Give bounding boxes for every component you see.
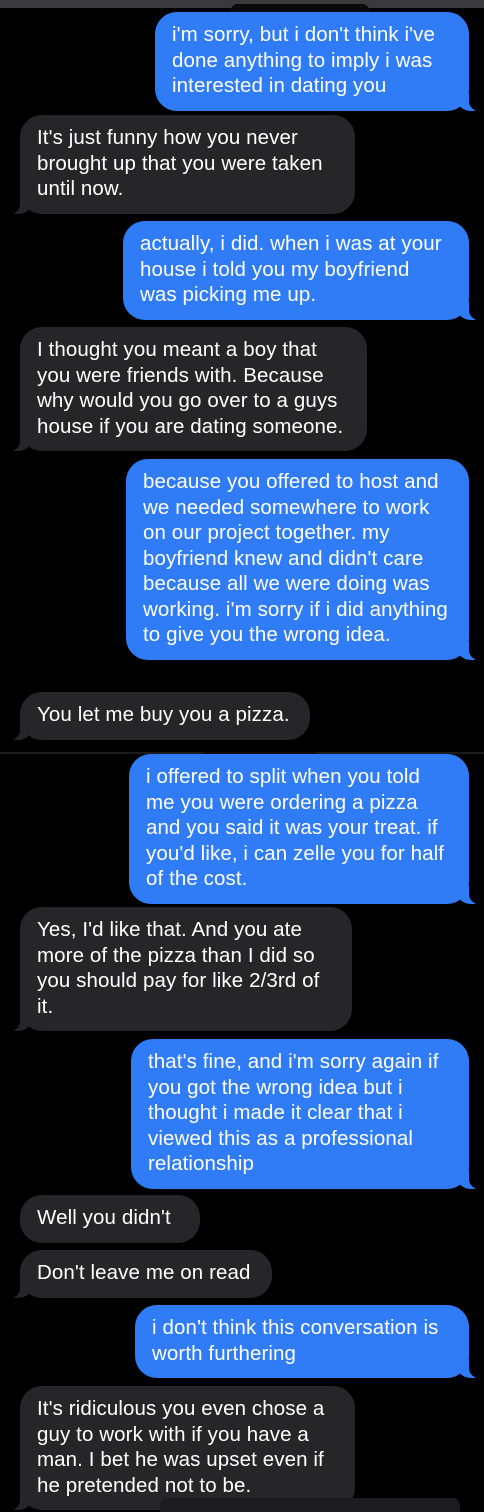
message-bubble-sent[interactable]: that's fine, and i'm sorry again if you … <box>131 1039 483 1189</box>
message-text: You let me buy you a pizza. <box>37 703 290 726</box>
message-bubble-received[interactable]: Don't leave me on read <box>6 1250 272 1298</box>
message-text: i'm sorry, but i don't think i've done a… <box>172 23 436 97</box>
message-bubble-received[interactable]: Well you didn't <box>20 1195 200 1243</box>
message-text: i don't think this conversation is worth… <box>152 1316 439 1365</box>
bottom-sheet-edge <box>160 1498 460 1512</box>
message-bubble-sent[interactable]: because you offered to host and we neede… <box>126 459 483 660</box>
message-text: Yes, I'd like that. And you ate more of … <box>37 918 320 1018</box>
messages-screen: i'm sorry, but i don't think i've done a… <box>0 0 484 1512</box>
message-text: It's just funny how you never brought up… <box>37 126 323 200</box>
message-text: i offered to split when you told me you … <box>146 765 445 890</box>
message-bubble-sent[interactable]: i'm sorry, but i don't think i've done a… <box>155 12 483 111</box>
message-text: I thought you meant a boy that you were … <box>37 338 344 438</box>
message-bubble-received[interactable]: It's ridiculous you even chose a guy to … <box>6 1386 355 1510</box>
message-bubble-sent[interactable]: actually, i did. when i was at your hous… <box>123 221 483 320</box>
message-text: Don't leave me on read <box>37 1261 251 1284</box>
message-text: actually, i did. when i was at your hous… <box>140 232 442 306</box>
message-bubble-received[interactable]: Yes, I'd like that. And you ate more of … <box>6 907 352 1031</box>
message-text: that's fine, and i'm sorry again if you … <box>148 1050 439 1175</box>
message-bubble-sent[interactable]: i offered to split when you told me you … <box>129 754 483 904</box>
message-bubble-received[interactable]: It's just funny how you never brought up… <box>6 115 355 214</box>
message-text: because you offered to host and we neede… <box>143 470 448 646</box>
message-text: It's ridiculous you even chose a guy to … <box>37 1397 325 1497</box>
message-bubble-received[interactable]: You let me buy you a pizza. <box>6 692 310 740</box>
message-text: Well you didn't <box>37 1206 171 1229</box>
message-bubble-received[interactable]: I thought you meant a boy that you were … <box>6 327 367 451</box>
message-bubble-sent[interactable]: i don't think this conversation is worth… <box>135 1305 483 1378</box>
